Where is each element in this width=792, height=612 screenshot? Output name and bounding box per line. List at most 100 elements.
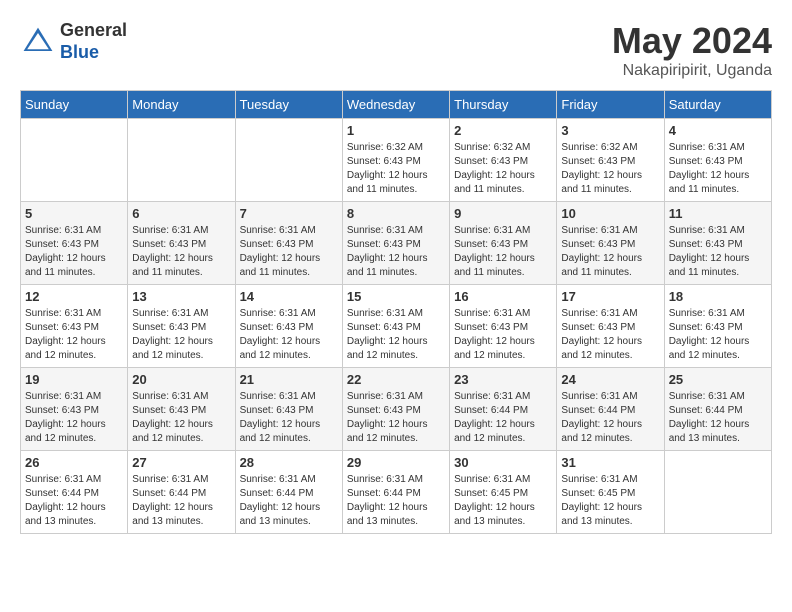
calendar-cell: 6 Sunrise: 6:31 AM Sunset: 6:43 PM Daylig…: [128, 202, 235, 285]
day-number: 8: [347, 206, 445, 221]
day-info: Sunrise: 6:31 AM Sunset: 6:43 PM Dayligh…: [454, 307, 552, 363]
calendar-cell: 30 Sunrise: 6:31 AM Sunset: 6:45 PM Dayli…: [450, 451, 557, 534]
calendar-cell: 27 Sunrise: 6:31 AM Sunset: 6:44 PM Dayli…: [128, 451, 235, 534]
day-number: 28: [240, 455, 338, 470]
calendar-cell: 7 Sunrise: 6:31 AM Sunset: 6:43 PM Daylig…: [235, 202, 342, 285]
day-number: 1: [347, 123, 445, 138]
day-number: 31: [561, 455, 659, 470]
weekday-header: Monday: [128, 91, 235, 119]
calendar-cell: 9 Sunrise: 6:31 AM Sunset: 6:43 PM Daylig…: [450, 202, 557, 285]
day-info: Sunrise: 6:31 AM Sunset: 6:43 PM Dayligh…: [132, 224, 230, 280]
day-number: 13: [132, 289, 230, 304]
weekday-header: Friday: [557, 91, 664, 119]
calendar-cell: 12 Sunrise: 6:31 AM Sunset: 6:43 PM Dayli…: [21, 285, 128, 368]
calendar-cell: 14 Sunrise: 6:31 AM Sunset: 6:43 PM Dayli…: [235, 285, 342, 368]
calendar-cell: 11 Sunrise: 6:31 AM Sunset: 6:43 PM Dayli…: [664, 202, 771, 285]
calendar-cell: 5 Sunrise: 6:31 AM Sunset: 6:43 PM Daylig…: [21, 202, 128, 285]
day-number: 29: [347, 455, 445, 470]
weekday-header: Saturday: [664, 91, 771, 119]
day-info: Sunrise: 6:31 AM Sunset: 6:44 PM Dayligh…: [132, 473, 230, 529]
calendar-cell: 8 Sunrise: 6:31 AM Sunset: 6:43 PM Daylig…: [342, 202, 449, 285]
day-info: Sunrise: 6:31 AM Sunset: 6:43 PM Dayligh…: [25, 390, 123, 446]
weekday-header: Wednesday: [342, 91, 449, 119]
day-info: Sunrise: 6:31 AM Sunset: 6:43 PM Dayligh…: [669, 224, 767, 280]
calendar-cell: 24 Sunrise: 6:31 AM Sunset: 6:44 PM Dayli…: [557, 368, 664, 451]
day-info: Sunrise: 6:31 AM Sunset: 6:43 PM Dayligh…: [132, 307, 230, 363]
calendar-cell: [664, 451, 771, 534]
day-info: Sunrise: 6:31 AM Sunset: 6:43 PM Dayligh…: [669, 307, 767, 363]
weekday-header: Thursday: [450, 91, 557, 119]
day-info: Sunrise: 6:31 AM Sunset: 6:45 PM Dayligh…: [561, 473, 659, 529]
day-number: 3: [561, 123, 659, 138]
day-info: Sunrise: 6:31 AM Sunset: 6:44 PM Dayligh…: [454, 390, 552, 446]
calendar-week-row: 5 Sunrise: 6:31 AM Sunset: 6:43 PM Daylig…: [21, 202, 772, 285]
day-info: Sunrise: 6:31 AM Sunset: 6:43 PM Dayligh…: [25, 224, 123, 280]
calendar-cell: 2 Sunrise: 6:32 AM Sunset: 6:43 PM Daylig…: [450, 119, 557, 202]
day-info: Sunrise: 6:31 AM Sunset: 6:43 PM Dayligh…: [347, 224, 445, 280]
logo-general-text: General: [60, 20, 127, 40]
day-info: Sunrise: 6:31 AM Sunset: 6:43 PM Dayligh…: [347, 307, 445, 363]
day-number: 2: [454, 123, 552, 138]
calendar-cell: 19 Sunrise: 6:31 AM Sunset: 6:43 PM Dayli…: [21, 368, 128, 451]
day-number: 23: [454, 372, 552, 387]
day-number: 14: [240, 289, 338, 304]
day-info: Sunrise: 6:31 AM Sunset: 6:43 PM Dayligh…: [454, 224, 552, 280]
day-info: Sunrise: 6:31 AM Sunset: 6:43 PM Dayligh…: [240, 224, 338, 280]
day-info: Sunrise: 6:31 AM Sunset: 6:44 PM Dayligh…: [561, 390, 659, 446]
day-number: 30: [454, 455, 552, 470]
calendar-week-row: 12 Sunrise: 6:31 AM Sunset: 6:43 PM Dayli…: [21, 285, 772, 368]
logo-blue-text: Blue: [60, 42, 99, 62]
day-number: 19: [25, 372, 123, 387]
calendar-cell: [128, 119, 235, 202]
day-info: Sunrise: 6:32 AM Sunset: 6:43 PM Dayligh…: [347, 141, 445, 197]
day-info: Sunrise: 6:31 AM Sunset: 6:44 PM Dayligh…: [669, 390, 767, 446]
calendar-cell: [21, 119, 128, 202]
day-number: 24: [561, 372, 659, 387]
day-info: Sunrise: 6:31 AM Sunset: 6:44 PM Dayligh…: [240, 473, 338, 529]
calendar-cell: 20Sunrise: 6:31 AM Sunset: 6:43 PM Dayli…: [128, 368, 235, 451]
calendar-cell: 31 Sunrise: 6:31 AM Sunset: 6:45 PM Dayli…: [557, 451, 664, 534]
calendar-cell: 3 Sunrise: 6:32 AM Sunset: 6:43 PM Daylig…: [557, 119, 664, 202]
day-number: 11: [669, 206, 767, 221]
day-number: 16: [454, 289, 552, 304]
calendar-cell: 17Sunrise: 6:31 AM Sunset: 6:43 PM Dayli…: [557, 285, 664, 368]
day-number: 18: [669, 289, 767, 304]
day-number: 10: [561, 206, 659, 221]
day-info: Sunrise: 6:31 AM Sunset: 6:43 PM Dayligh…: [25, 307, 123, 363]
calendar-cell: 13 Sunrise: 6:31 AM Sunset: 6:43 PM Dayli…: [128, 285, 235, 368]
day-info: Sunrise: 6:31 AM Sunset: 6:43 PM Dayligh…: [240, 390, 338, 446]
day-number: 6: [132, 206, 230, 221]
day-info: Sunrise: 6:32 AM Sunset: 6:43 PM Dayligh…: [454, 141, 552, 197]
calendar-cell: 23 Sunrise: 6:31 AM Sunset: 6:44 PM Dayli…: [450, 368, 557, 451]
day-number: 20: [132, 372, 230, 387]
day-info: Sunrise: 6:31 AM Sunset: 6:43 PM Dayligh…: [561, 224, 659, 280]
day-number: 22: [347, 372, 445, 387]
day-info: Sunrise: 6:31 AM Sunset: 6:44 PM Dayligh…: [347, 473, 445, 529]
logo-icon: [20, 24, 56, 60]
calendar-week-row: 19 Sunrise: 6:31 AM Sunset: 6:43 PM Dayli…: [21, 368, 772, 451]
calendar-cell: [235, 119, 342, 202]
day-number: 26: [25, 455, 123, 470]
day-info: Sunrise: 6:31 AM Sunset: 6:45 PM Dayligh…: [454, 473, 552, 529]
page-header: General Blue May 2024 Nakapiripirit, Uga…: [20, 20, 772, 80]
calendar-cell: 10 Sunrise: 6:31 AM Sunset: 6:43 PM Dayli…: [557, 202, 664, 285]
calendar-cell: 21Sunrise: 6:31 AM Sunset: 6:43 PM Dayli…: [235, 368, 342, 451]
calendar-cell: 28 Sunrise: 6:31 AM Sunset: 6:44 PM Dayli…: [235, 451, 342, 534]
calendar-cell: 29 Sunrise: 6:31 AM Sunset: 6:44 PM Dayli…: [342, 451, 449, 534]
calendar-cell: 15Sunrise: 6:31 AM Sunset: 6:43 PM Dayli…: [342, 285, 449, 368]
day-number: 27: [132, 455, 230, 470]
day-info: Sunrise: 6:31 AM Sunset: 6:43 PM Dayligh…: [240, 307, 338, 363]
day-number: 5: [25, 206, 123, 221]
calendar-cell: 26Sunrise: 6:31 AM Sunset: 6:44 PM Dayli…: [21, 451, 128, 534]
day-number: 9: [454, 206, 552, 221]
weekday-header-row: SundayMondayTuesdayWednesdayThursdayFrid…: [21, 91, 772, 119]
weekday-header: Tuesday: [235, 91, 342, 119]
day-info: Sunrise: 6:32 AM Sunset: 6:43 PM Dayligh…: [561, 141, 659, 197]
logo: General Blue: [20, 20, 127, 63]
weekday-header: Sunday: [21, 91, 128, 119]
title-block: May 2024 Nakapiripirit, Uganda: [612, 20, 772, 80]
calendar-cell: 4Sunrise: 6:31 AM Sunset: 6:43 PM Daylig…: [664, 119, 771, 202]
day-number: 7: [240, 206, 338, 221]
day-number: 12: [25, 289, 123, 304]
calendar-week-row: 1 Sunrise: 6:32 AM Sunset: 6:43 PM Daylig…: [21, 119, 772, 202]
